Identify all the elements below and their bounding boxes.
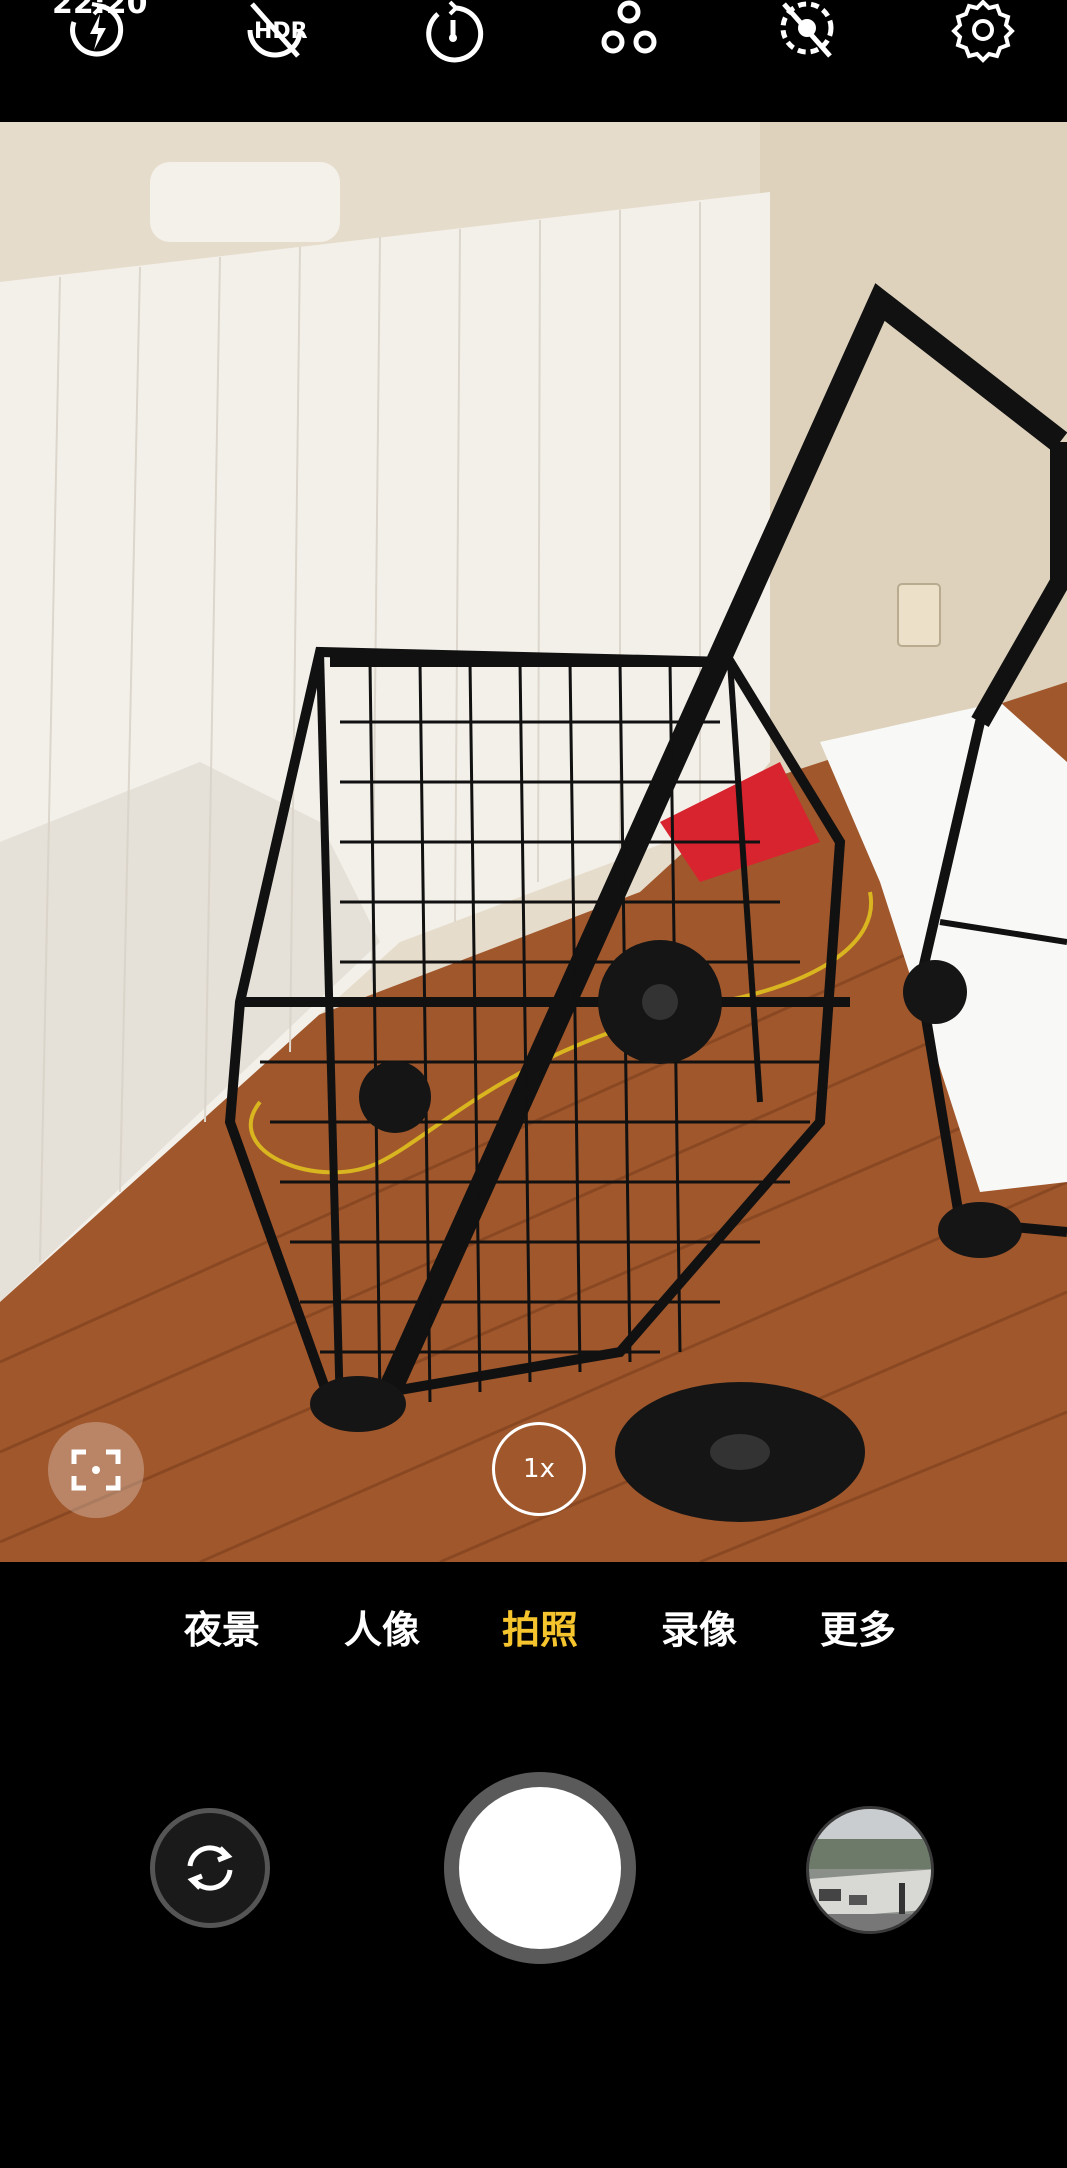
- focus-frame-button[interactable]: [48, 1422, 144, 1518]
- switch-camera-button[interactable]: [150, 1808, 270, 1928]
- shutter-button-inner: [459, 1787, 621, 1949]
- settings-icon[interactable]: [948, 0, 1018, 64]
- viewfinder-scene: [0, 122, 1067, 1562]
- camera-top-bar: 22:20 HDR: [0, 0, 1067, 122]
- gallery-thumbnail[interactable]: [806, 1806, 934, 1934]
- mode-video[interactable]: 录像: [639, 1600, 759, 1660]
- zoom-level-button[interactable]: 1x: [492, 1422, 586, 1516]
- mode-more[interactable]: 更多: [798, 1600, 918, 1660]
- mode-photo[interactable]: 拍照: [480, 1600, 600, 1660]
- mode-night[interactable]: 夜景: [162, 1600, 282, 1660]
- live-photo-off-icon[interactable]: [772, 0, 842, 64]
- timer-icon[interactable]: [418, 0, 488, 64]
- gallery-thumbnail-image: [809, 1809, 931, 1931]
- camera-viewfinder[interactable]: 1x: [0, 122, 1067, 1562]
- switch-camera-icon: [187, 1845, 233, 1891]
- shutter-button[interactable]: [444, 1772, 636, 1964]
- focus-frame-icon: [71, 1449, 121, 1491]
- flash-auto-icon[interactable]: [62, 0, 132, 64]
- camera-mode-selector: 夜景 人像 拍照 录像 更多: [0, 1600, 1067, 1660]
- hdr-off-icon[interactable]: HDR: [240, 0, 310, 64]
- mode-portrait[interactable]: 人像: [322, 1600, 442, 1660]
- filters-icon[interactable]: [594, 0, 664, 64]
